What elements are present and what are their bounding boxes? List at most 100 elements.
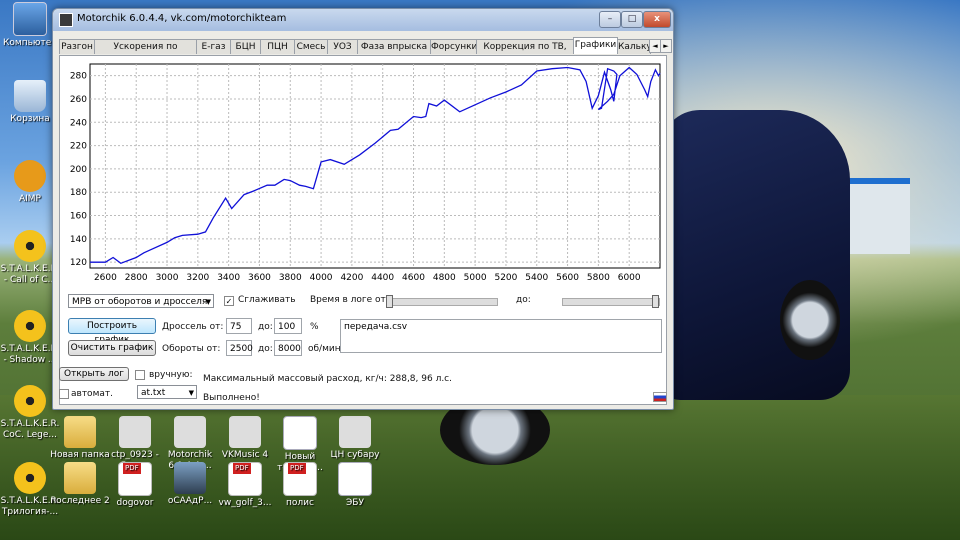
close-button[interactable]: x: [643, 11, 671, 28]
mode-select-value: МРВ от оборотов и дросселя: [72, 297, 208, 307]
img-icon: [174, 462, 206, 494]
tab-injection-phase[interactable]: Фаза впрыска: [357, 39, 431, 54]
y-tick-label: 240: [70, 118, 87, 128]
mode-select[interactable]: МРВ от оборотов и дросселя ▼: [68, 294, 214, 308]
y-tick-label: 140: [70, 235, 87, 245]
desktop-icon[interactable]: vw_golf_3...: [215, 462, 275, 509]
desktop-icon-label: S.T.A.L.K.E.R. - Shadow ...: [0, 344, 60, 365]
desktop-icon-label: dogovor: [116, 498, 154, 508]
desktop-icon[interactable]: S.T.A.L.K.E.R. - Call of C...: [0, 230, 60, 286]
desktop-icon[interactable]: dogovor: [105, 462, 165, 509]
desktop-icon-label: последнее 2: [50, 496, 110, 506]
log-time-from-thumb[interactable]: [386, 295, 393, 308]
throttle-unit: %: [310, 322, 319, 332]
motorchik-window: Motorchik 6.0.4.4, vk.com/motorchikteam …: [52, 8, 674, 410]
y-tick-label: 120: [70, 258, 87, 268]
status-text: Выполнено!: [203, 393, 260, 403]
x-tick-label: 4200: [340, 273, 363, 283]
tab-uoz[interactable]: УОЗ: [327, 39, 358, 54]
clear-graph-button[interactable]: Очистить график: [68, 340, 156, 356]
tab-scroll-right-icon[interactable]: ►: [660, 39, 672, 53]
aimp-icon: [14, 160, 46, 192]
log-time-to-thumb[interactable]: [652, 295, 659, 308]
desktop-icon[interactable]: полис: [270, 462, 330, 509]
x-tick-label: 4400: [371, 273, 394, 283]
window-title: Motorchik 6.0.4.4, vk.com/motorchikteam: [77, 13, 287, 24]
tab-egas[interactable]: Е-газ: [196, 39, 231, 54]
file-select-value: at.txt: [141, 388, 166, 398]
log-time-from-slider[interactable]: [386, 298, 498, 306]
x-tick-label: 4800: [433, 273, 456, 283]
nuke-icon: [14, 230, 46, 262]
desktop-icon[interactable]: Корзина: [0, 80, 60, 125]
comp-icon: [13, 2, 47, 36]
log-time-to-slider[interactable]: [562, 298, 660, 306]
log-time-to-label: до:: [516, 295, 531, 305]
desktop-icon-label: оСААдР...: [167, 496, 213, 506]
open-log-button[interactable]: Открыть лог: [59, 367, 129, 381]
y-tick-label: 220: [70, 142, 87, 152]
x-tick-label: 2600: [94, 273, 117, 283]
desktop-icon[interactable]: ЭБУ: [325, 462, 385, 509]
x-tick-label: 6000: [618, 273, 641, 283]
x-tick-label: 4600: [402, 273, 425, 283]
tab-mixture[interactable]: Смесь: [294, 39, 328, 54]
file-select[interactable]: at.txt ▼: [137, 385, 197, 399]
x-tick-label: 2800: [125, 273, 148, 283]
tab-graphs[interactable]: Графики: [573, 37, 618, 54]
throttle-to-input[interactable]: 100: [274, 318, 302, 334]
manual-checkbox[interactable]: [135, 370, 145, 380]
maf-chart: 2600 2800 3000 3200 3400 3600 3800 4000 4200 4400…: [70, 63, 661, 283]
auto-checkbox[interactable]: [59, 389, 69, 399]
chevron-down-icon: ▼: [188, 389, 194, 397]
tab-correction[interactable]: Коррекция по ТВ, ТОЖ: [476, 39, 574, 66]
x-tick-label: 5000: [464, 273, 487, 283]
throttle-to-label: до:: [258, 322, 273, 332]
doc-icon: [283, 416, 317, 450]
rpm-unit: об/мин: [308, 344, 341, 354]
folder-icon: [64, 416, 96, 448]
desktop-icon[interactable]: S.T.A.L.K.E.R. - Shadow ...: [0, 310, 60, 366]
files-list[interactable]: передача.csv: [340, 319, 662, 353]
rpm-label: Обороты от:: [162, 344, 221, 354]
desktop-icon[interactable]: последнее 2: [50, 462, 110, 507]
nuke-icon: [14, 310, 46, 342]
x-tick-label: 5200: [494, 273, 517, 283]
desktop-icon[interactable]: Компьютер: [0, 2, 60, 49]
flag-russia-icon[interactable]: [653, 392, 667, 402]
build-graph-button[interactable]: Построить график: [68, 318, 156, 345]
throttle-label: Дроссель от:: [162, 322, 224, 332]
minimize-button[interactable]: –: [599, 11, 621, 28]
desktop-icon[interactable]: оСААдР...: [160, 462, 220, 507]
tab-bcn[interactable]: БЦН: [230, 39, 261, 54]
smooth-checkbox[interactable]: ✓: [224, 296, 234, 306]
tab-calculator[interactable]: Кальку: [617, 39, 651, 54]
folder-icon: [64, 462, 96, 494]
app-icon: [59, 13, 73, 27]
title-bar[interactable]: Motorchik 6.0.4.4, vk.com/motorchikteam …: [53, 9, 673, 31]
desktop-icon-label: ЭБУ: [346, 498, 364, 508]
desktop-icon[interactable]: ЦН субару: [325, 416, 385, 461]
rpm-to-input[interactable]: 8000: [274, 340, 302, 356]
desktop-icon-label: ЦН субару: [330, 450, 380, 460]
file-item[interactable]: передача.csv: [344, 322, 407, 332]
tab-accel-rpm[interactable]: Ускорения по оборотам: [94, 39, 197, 66]
y-tick-label: 280: [70, 72, 87, 82]
desktop-icon[interactable]: AIMP: [0, 160, 60, 205]
tab-razgon[interactable]: Разгон: [59, 39, 95, 54]
maximize-button[interactable]: □: [621, 11, 643, 28]
tab-injectors[interactable]: Форсунки: [430, 39, 477, 54]
desktop-icon-label: Корзина: [10, 114, 50, 124]
x-tick-label: 3000: [156, 273, 179, 283]
rpm-from-input[interactable]: 2500: [226, 340, 253, 356]
throttle-from-input[interactable]: 75: [226, 318, 252, 334]
desktop-icon-label: S.T.A.L.K.E.R. - Call of C...: [0, 264, 60, 285]
x-tick-label: 3200: [186, 273, 209, 283]
x-tick-label: 5600: [556, 273, 579, 283]
chevron-down-icon: ▼: [205, 298, 211, 306]
tab-pcn[interactable]: ПЦН: [260, 39, 295, 54]
y-tick-label: 200: [70, 165, 87, 175]
tab-strip: Разгон Ускорения по оборотам Е-газ БЦН П…: [59, 37, 672, 66]
desktop-icon[interactable]: Новая папка: [50, 416, 110, 461]
desktop-icon[interactable]: VKMusic 4: [215, 416, 275, 461]
